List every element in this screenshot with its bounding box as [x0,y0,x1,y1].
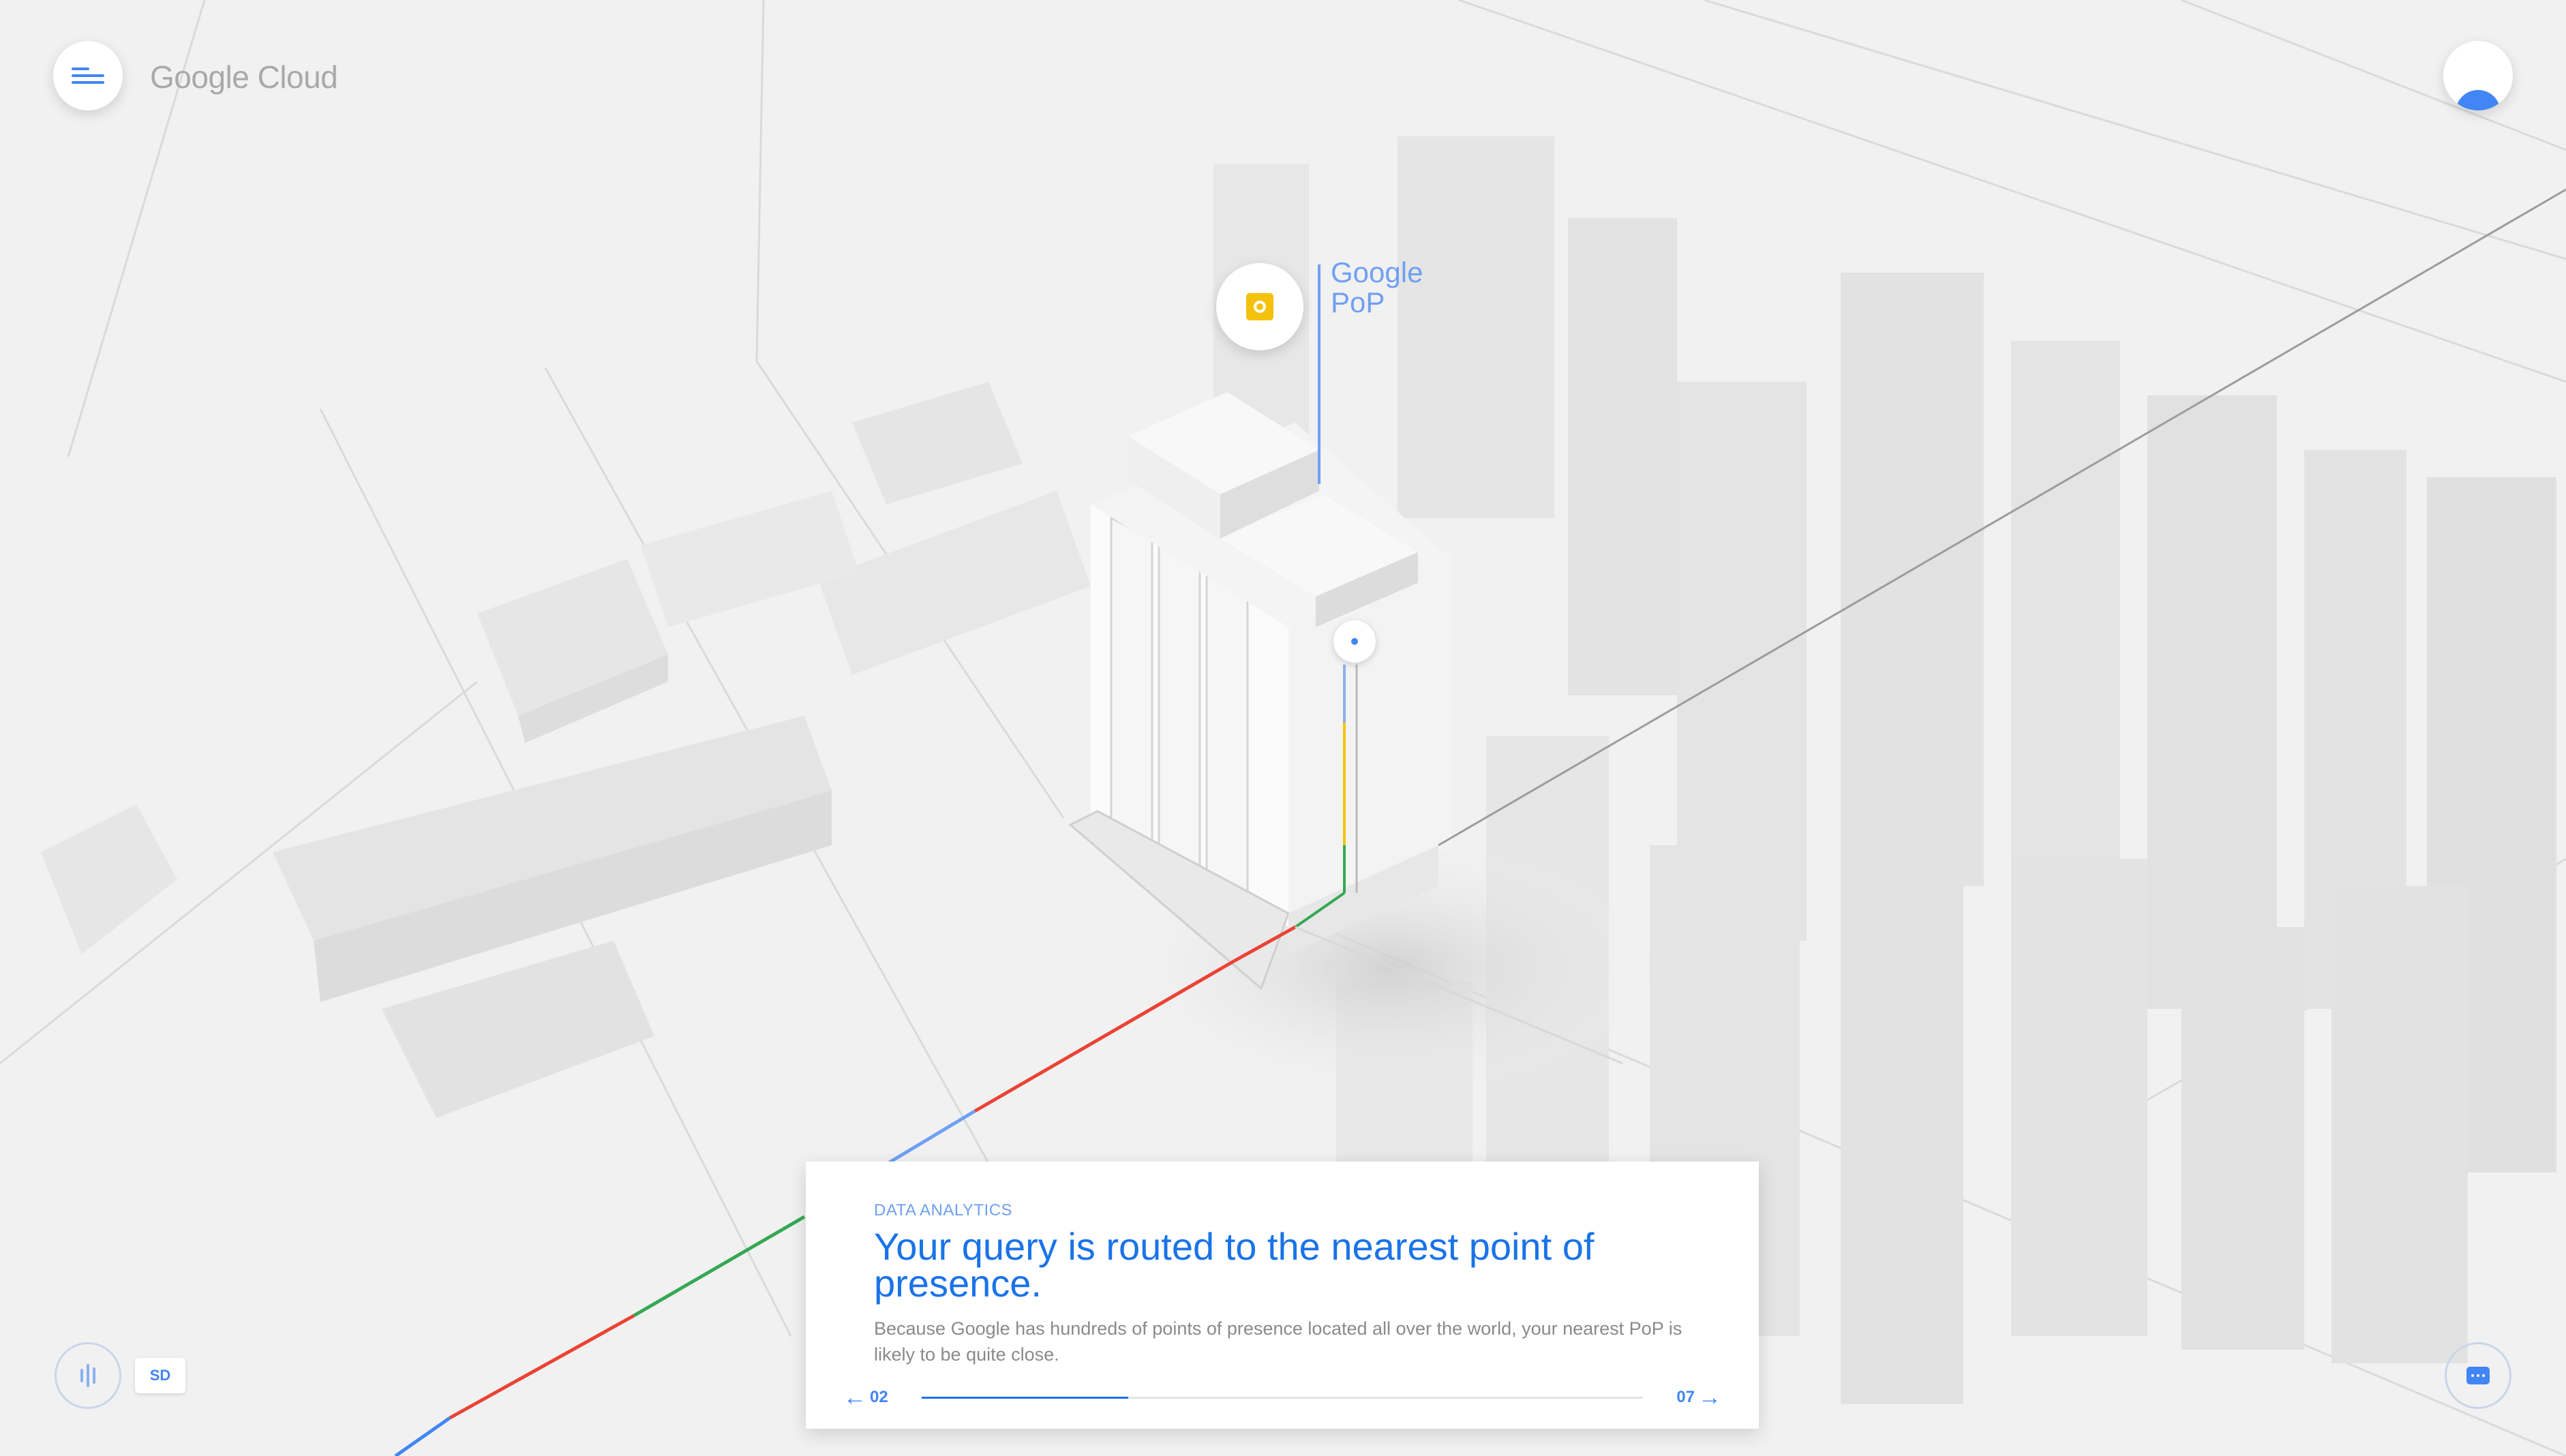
profile-icon [2456,90,2501,110]
card-description: Because Google has hundreds of points of… [874,1318,1682,1365]
audio-toggle-button[interactable] [55,1342,121,1409]
card-title: Your query is routed to the nearest poin… [874,1225,1595,1305]
current-step: 02 [870,1388,888,1406]
google-cloud-logo: Google Cloud [150,59,338,95]
total-steps: 07 [1676,1388,1695,1406]
menu-icon [72,63,104,88]
menu-button[interactable] [53,41,123,110]
arrow-left-icon[interactable]: ← [840,1384,870,1411]
pop-label-line2: PoP [1331,286,1385,318]
building-hotspot[interactable] [1333,620,1376,663]
pop-icon [1246,293,1273,320]
audio-waveform-icon [80,1364,95,1387]
profile-button[interactable] [2443,41,2513,110]
chat-button[interactable] [2445,1342,2511,1409]
progress-fill [922,1396,1128,1399]
step-navigation: ← 02 07 → [840,1378,1725,1416]
quality-toggle-button[interactable]: SD [135,1358,185,1393]
info-card: DATA ANALYTICS Your query is routed to t… [806,1162,1759,1429]
progress-track[interactable] [922,1396,1643,1399]
card-category: DATA ANALYTICS [874,1201,1013,1219]
pop-marker-button[interactable] [1216,263,1303,350]
background-buildings-left [41,382,1091,1118]
pop-label: Google PoP [1331,258,1467,318]
main-building [1068,392,1452,990]
pop-label-line1: Google [1331,256,1423,288]
arrow-right-icon[interactable]: → [1695,1384,1725,1411]
hotspot-dot-icon [1351,638,1358,645]
chat-icon [2466,1367,2490,1384]
